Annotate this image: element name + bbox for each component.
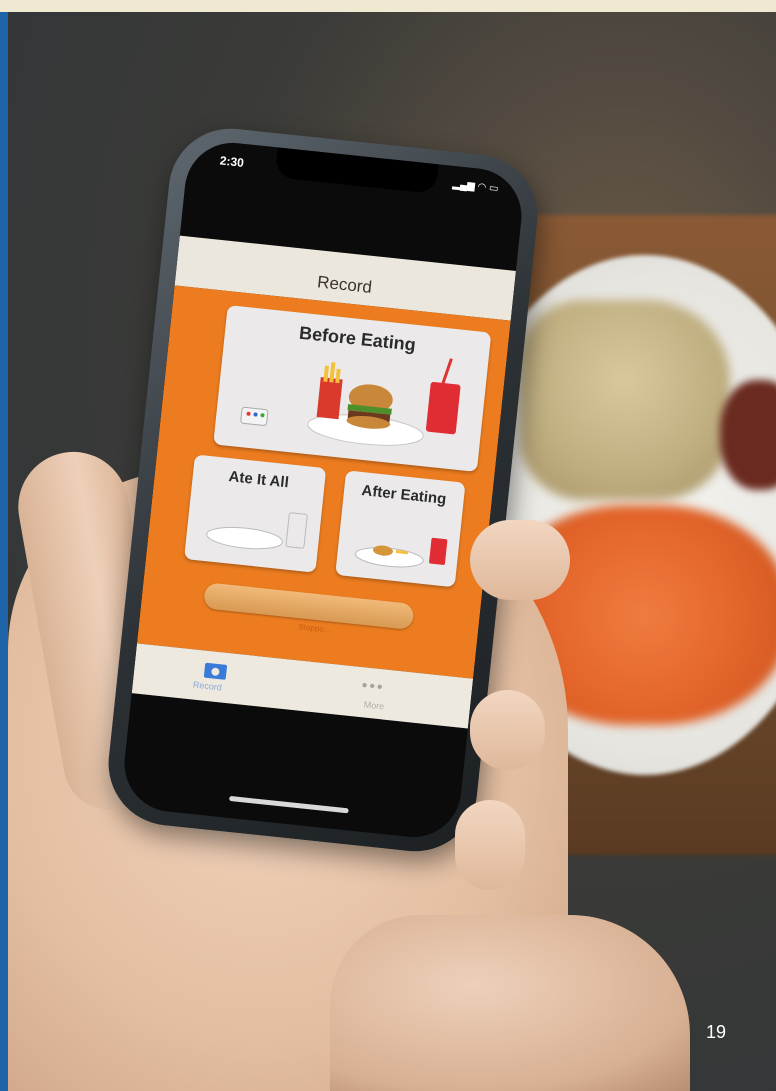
more-dots-icon[interactable]: ••• <box>361 677 385 697</box>
tab-record[interactable]: Record <box>192 679 222 692</box>
page-left-strip <box>0 12 8 1091</box>
page-top-band <box>0 0 776 12</box>
finger <box>455 800 525 890</box>
tab-more[interactable]: More <box>363 699 384 711</box>
page-number: 19 <box>706 1022 727 1042</box>
beans-food <box>720 380 776 490</box>
home-indicator[interactable] <box>228 795 349 814</box>
before-eating-card[interactable]: Before Eating <box>213 305 492 472</box>
finger <box>470 690 545 770</box>
empty-plate-icon <box>206 512 308 550</box>
right-hand <box>330 915 690 1091</box>
ate-it-all-card[interactable]: Ate It All <box>184 454 327 573</box>
status-time: 2:30 <box>219 153 245 170</box>
finger <box>470 520 570 600</box>
camera-icon[interactable] <box>203 662 228 680</box>
meal-illustration-icon <box>240 358 461 446</box>
photo-scene: 2:30 ▂▄▆ ◠ ▭ Record Before Eating Ate It… <box>0 0 776 1091</box>
app-body: Before Eating Ate It All After Eating St… <box>136 285 511 679</box>
phone-notch <box>274 147 439 195</box>
after-eating-card[interactable]: After Eating <box>335 470 466 588</box>
signal-wifi-battery-icon: ▂▄▆ ◠ ▭ <box>451 178 499 195</box>
app-title: Record <box>316 272 373 297</box>
phone-screen: 2:30 ▂▄▆ ◠ ▭ Record Before Eating Ate It… <box>119 138 527 842</box>
toast-food <box>520 300 730 500</box>
leftovers-plate-icon <box>355 537 448 568</box>
